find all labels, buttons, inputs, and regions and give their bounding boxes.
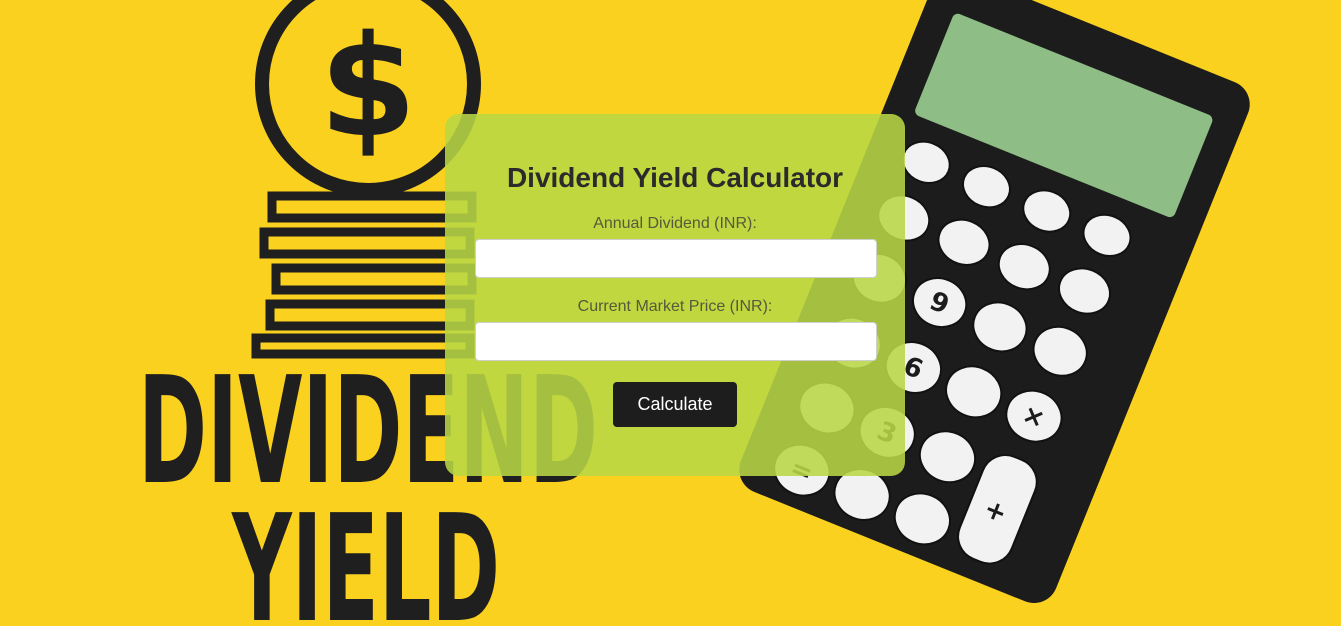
coin-stack-icon: $ — [251, 0, 481, 359]
art-text-yield: YIELD — [231, 483, 500, 626]
market-price-input[interactable] — [475, 322, 877, 361]
dollar-sign-icon: $ — [319, 6, 416, 169]
market-price-label: Current Market Price (INR): — [577, 298, 773, 315]
page-title: Dividend Yield Calculator — [506, 162, 844, 193]
annual-dividend-input[interactable] — [475, 239, 877, 278]
annual-dividend-label: Annual Dividend (INR): — [593, 215, 757, 232]
calculator-card: Dividend Yield Calculator Annual Dividen… — [445, 114, 905, 476]
page-background: $ DIVIDEND YIELD 9 6 × + Dividend Yield … — [0, 0, 1341, 626]
calculate-button[interactable]: Calculate — [613, 382, 737, 427]
